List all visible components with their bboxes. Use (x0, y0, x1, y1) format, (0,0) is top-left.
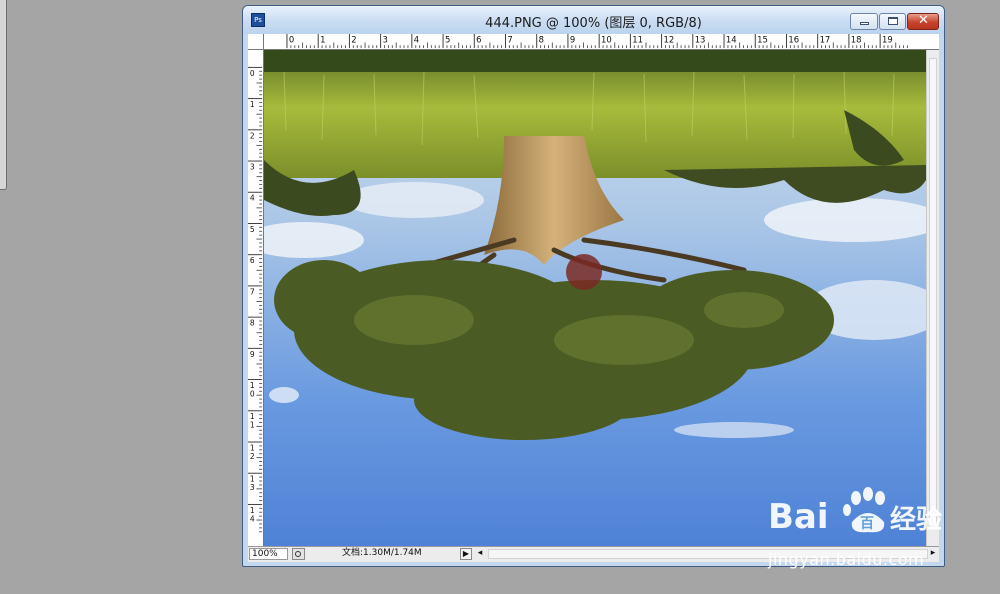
ruler-label: 13 (695, 34, 706, 44)
scroll-left-arrow-icon[interactable]: ◂ (474, 548, 486, 560)
ruler-label: 0 (289, 34, 294, 44)
baidu-logo: Bai 百 经验 (768, 487, 942, 537)
title-bar[interactable]: Ps 444.PNG @ 100% (图层 0, RGB/8) ✕ (243, 6, 944, 34)
vertical-ruler[interactable]: 01234567891011121314 (248, 50, 264, 546)
ruler-label: 3 (250, 483, 255, 492)
image-canvas[interactable] (264, 50, 926, 546)
ruler-label: 16 (788, 34, 799, 44)
ruler-label: 18 (851, 34, 862, 44)
maximize-button[interactable] (879, 13, 906, 30)
ruler-label: 1 (250, 421, 255, 430)
ruler-label: 3 (250, 162, 255, 171)
watermark-url: jingyan.baidu.com (768, 550, 925, 569)
ruler-label: 15 (757, 34, 768, 44)
ruler-label: 4 (250, 194, 255, 203)
zoom-level-field[interactable]: 100% (249, 548, 288, 560)
ruler-label: 7 (250, 287, 255, 296)
ruler-label: 11 (632, 34, 643, 44)
ruler-label: 5 (250, 225, 255, 234)
document-content: 0 1 2 3 4 5 6 7 8 9 10 11 12 13 14 15 16 17 18 19 012345678… (248, 34, 939, 562)
document-size-info: 文档:1.30M/1.74M (342, 548, 422, 558)
ruler-label: 9 (570, 34, 575, 44)
ruler-label: 1 (250, 100, 255, 109)
baidu-jingyan-watermark: Bai 百 经验 jingyan.baidu.com (768, 484, 958, 574)
ruler-label: 8 (250, 319, 255, 328)
window-title: 444.PNG @ 100% (图层 0, RGB/8) (485, 16, 702, 31)
ruler-label: 5 (445, 34, 450, 44)
document-window[interactable]: Ps 444.PNG @ 100% (图层 0, RGB/8) ✕ 012345… (242, 5, 945, 567)
ruler-label: 6 (250, 256, 255, 265)
ruler-label: 4 (250, 514, 255, 523)
ruler-label: 9 (250, 350, 255, 359)
flipped-landscape-image (264, 50, 926, 546)
ruler-label: 0 (250, 69, 255, 78)
close-icon: ✕ (918, 13, 929, 28)
ruler-label: 2 (250, 452, 255, 461)
horizontal-ruler[interactable]: 0 1 2 3 4 5 6 7 8 9 10 11 12 13 14 15 16 17 18 19 (264, 34, 939, 50)
ruler-label: 2 (351, 34, 356, 44)
ruler-label: 1 (320, 34, 325, 44)
vertical-scroll-thumb[interactable] (929, 58, 937, 528)
vertical-scrollbar[interactable] (926, 50, 939, 546)
ruler-label: 10 (601, 34, 612, 44)
ruler-label: 7 (507, 34, 512, 44)
side-panel-edge (0, 0, 7, 190)
ruler-label: 6 (476, 34, 481, 44)
navigator-icon (295, 551, 301, 557)
ruler-label: 3 (383, 34, 388, 44)
maximize-icon (888, 17, 898, 25)
ruler-label: 8 (539, 34, 544, 44)
ruler-label: 2 (250, 131, 255, 140)
logo-jingyan: 经验 (890, 504, 942, 535)
minimize-button[interactable] (850, 13, 878, 30)
logo-bai: Bai (768, 497, 829, 537)
logo-du: 百 (860, 516, 874, 532)
close-button[interactable]: ✕ (907, 13, 939, 30)
ruler-origin[interactable] (248, 34, 264, 50)
ruler-label: 4 (414, 34, 419, 44)
ruler-label: 0 (250, 389, 255, 398)
ruler-label: 17 (820, 34, 831, 44)
navigator-button[interactable] (292, 548, 305, 560)
minimize-icon (860, 22, 869, 25)
ruler-label: 19 (882, 34, 893, 44)
status-menu-button[interactable]: ▶ (460, 548, 472, 560)
ruler-label: 14 (726, 34, 737, 44)
ruler-label: 12 (663, 34, 674, 44)
